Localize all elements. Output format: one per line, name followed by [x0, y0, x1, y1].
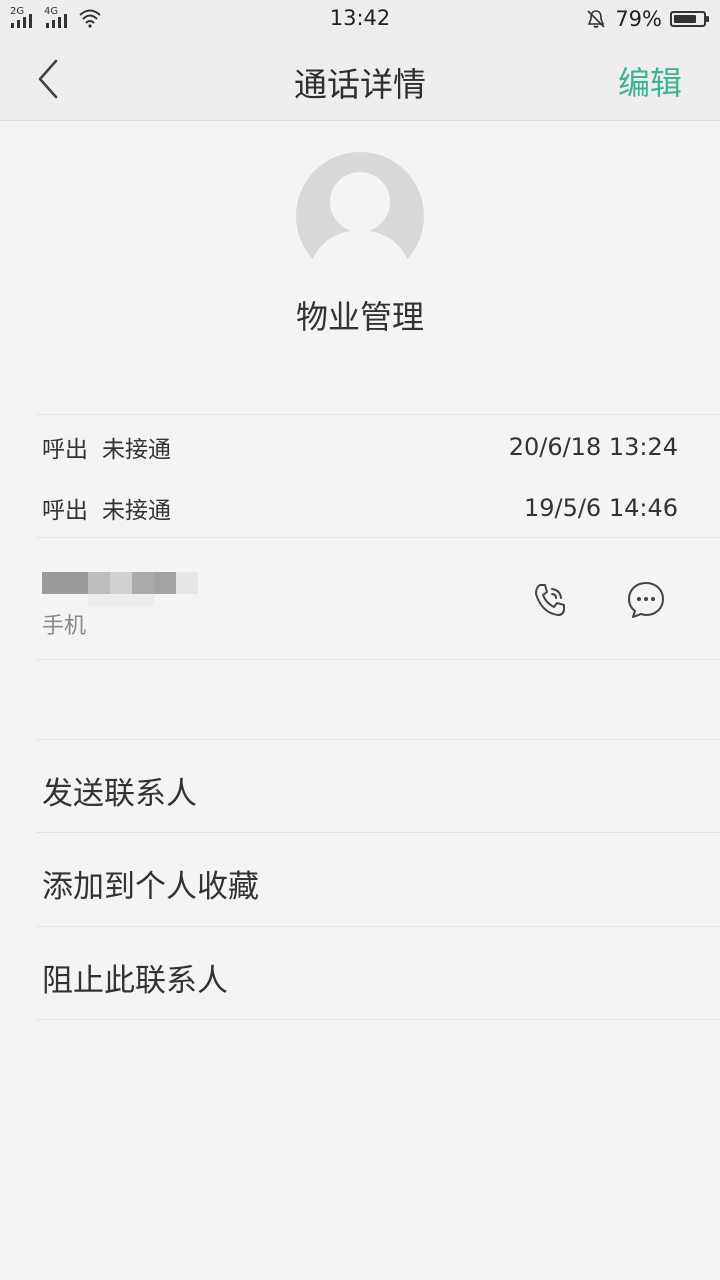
person-avatar-icon — [310, 172, 410, 280]
redaction-block — [88, 594, 154, 606]
call-button[interactable] — [526, 576, 574, 624]
message-icon — [628, 582, 664, 618]
divider — [36, 414, 720, 415]
call-direction: 呼出 — [42, 498, 88, 524]
edit-button[interactable]: 编辑 — [618, 58, 682, 104]
redaction-block — [132, 572, 154, 594]
battery-icon — [670, 11, 709, 27]
redaction-block — [154, 572, 176, 594]
call-status: 未接通 — [102, 498, 171, 524]
call-log-row: 呼出 未接通 20/6/18 13:24 — [42, 429, 678, 465]
page-title: 通话详情 — [294, 65, 426, 104]
divider — [36, 739, 720, 740]
phone-call-icon — [535, 584, 565, 616]
call-status: 未接通 — [102, 437, 171, 463]
divider — [36, 659, 720, 660]
divider — [36, 1019, 720, 1020]
redaction-block — [42, 572, 88, 594]
battery-percent: 79% — [615, 7, 662, 31]
phone-type-label: 手机 — [42, 614, 87, 639]
divider — [36, 832, 720, 833]
message-button[interactable] — [622, 576, 670, 624]
call-direction: 呼出 — [42, 437, 88, 463]
bell-muted-icon — [587, 10, 605, 28]
call-log-row: 呼出 未接通 19/5/6 14:46 — [42, 490, 678, 526]
menu-item-block-contact[interactable]: 阻止此联系人 — [42, 955, 228, 1000]
menu-item-send-contact[interactable]: 发送联系人 — [42, 768, 197, 813]
status-bar: 2G 4G 13:42 79% — [0, 0, 720, 38]
call-time: 19/5/6 14:46 — [523, 494, 678, 522]
divider — [36, 926, 720, 927]
divider — [36, 537, 720, 538]
menu-item-add-favorites[interactable]: 添加到个人收藏 — [42, 861, 259, 906]
contact-avatar — [296, 152, 424, 280]
app-header: 通话详情 编辑 — [0, 38, 720, 121]
contact-name: 物业管理 — [295, 298, 424, 336]
redaction-block — [88, 572, 110, 594]
redaction-block — [176, 572, 198, 594]
call-time: 20/6/18 13:24 — [508, 433, 678, 461]
phone-number-redacted[interactable] — [42, 560, 202, 606]
battery-fill — [674, 15, 697, 23]
status-right: 79% — [585, 6, 709, 32]
redaction-block — [110, 572, 132, 594]
